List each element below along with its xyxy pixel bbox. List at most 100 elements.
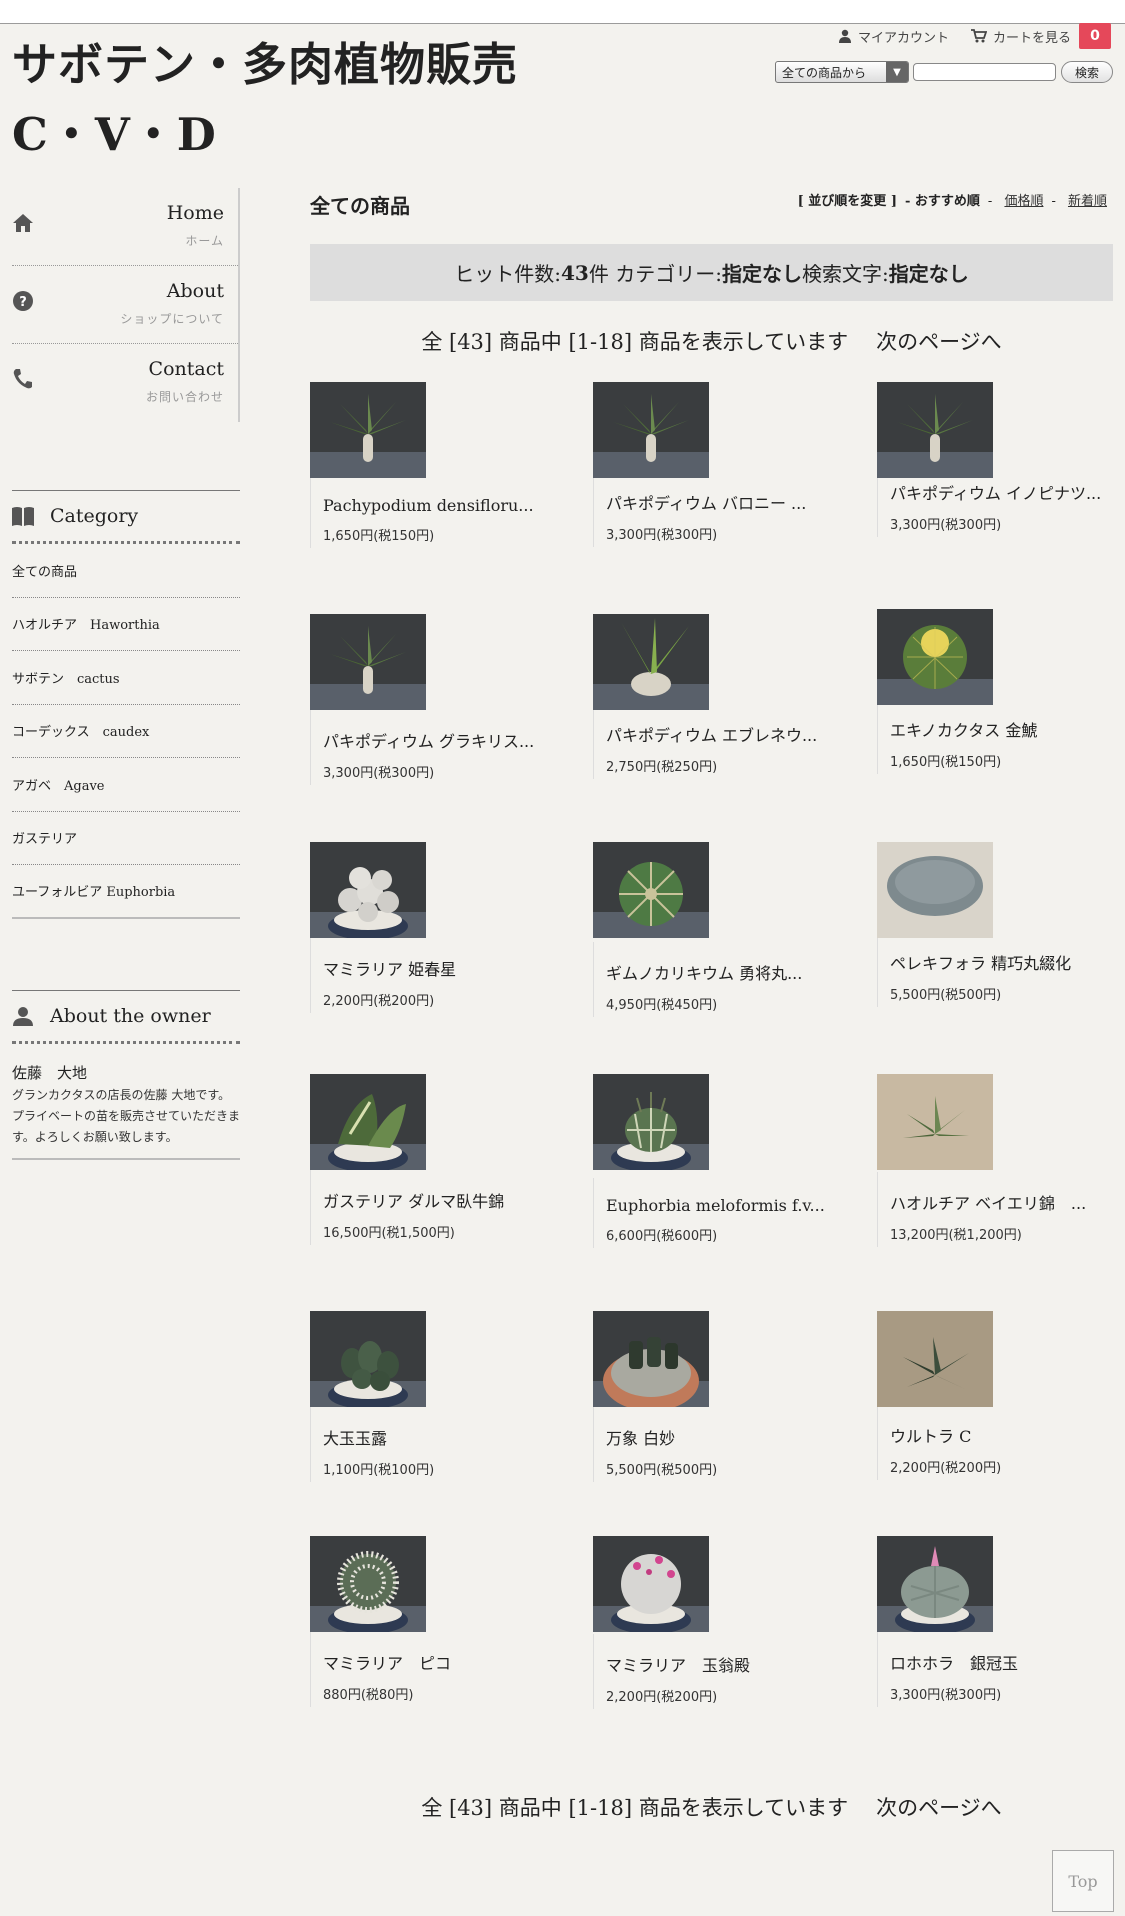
product-info: 万象 白妙 5,500円(税500円) (593, 1407, 853, 1482)
my-account-label: マイアカウント (857, 30, 949, 46)
product-name[interactable]: Euphorbia meloformis f.v... (606, 1196, 846, 1215)
view-cart-link[interactable]: カートを見る (970, 27, 1071, 46)
product-card[interactable]: 大玉玉露 1,100円(税100円) (310, 1311, 570, 1482)
product-image[interactable] (877, 842, 993, 938)
category-item[interactable]: ユーフォルビア Euphorbia (12, 865, 240, 919)
product-name[interactable]: ガステリア ダルマ臥牛錦 (323, 1188, 563, 1212)
category-item[interactable]: ガステリア (12, 812, 240, 865)
product-image[interactable] (593, 382, 709, 478)
search-button[interactable]: 検索 (1061, 61, 1113, 83)
product-name[interactable]: パキポディウム イノピナツ... (890, 480, 1125, 504)
product-image[interactable] (593, 614, 709, 710)
product-card[interactable]: マミラリア ピコ 880円(税80円) (310, 1536, 570, 1707)
category-item[interactable]: サボテン cactus (12, 651, 240, 705)
category-item[interactable]: ハオルチア Haworthia (12, 598, 240, 651)
hit-search: 指定なし (888, 262, 969, 286)
product-price: 2,200円(税200円) (890, 1461, 1002, 1476)
product-image[interactable] (877, 1074, 993, 1170)
product-name[interactable]: ウルトラ C (890, 1423, 1125, 1447)
search-input[interactable] (913, 63, 1056, 81)
product-name[interactable]: パキポディウム グラキリス... (323, 728, 563, 752)
product-card[interactable]: Pachypodium densifloru... 1,650円(税150円) (310, 382, 570, 548)
sort-new-link[interactable]: 新着順 (1068, 194, 1107, 209)
site-title[interactable]: サボテン・多肉植物販売 C・V・D (12, 30, 518, 170)
product-name[interactable]: ロホホラ 銀冠玉 (890, 1650, 1125, 1674)
product-name[interactable]: マミラリア ピコ (323, 1650, 563, 1674)
site-title-line2: C・V・D (12, 108, 217, 161)
product-info: マミラリア 玉翁殿 2,200円(税200円) (593, 1634, 853, 1709)
product-price: 6,600円(税600円) (606, 1229, 718, 1244)
next-page-link[interactable]: 次のページへ (876, 330, 1002, 354)
product-name[interactable]: エキノカクタス 金鯱 (890, 717, 1125, 741)
product-name[interactable]: パキポディウム バロニー ... (606, 490, 846, 514)
nav-item-contact[interactable]: Contact お問い合わせ (12, 344, 238, 422)
product-info: パキポディウム エブレネウ... 2,750円(税250円) (593, 704, 853, 779)
product-image[interactable] (593, 1536, 709, 1634)
nav-home-label: Home (166, 202, 224, 224)
product-card[interactable]: マミラリア 姫春星 2,200円(税200円) (310, 842, 570, 1013)
product-card[interactable]: ガステリア ダルマ臥牛錦 16,500円(税1,500円) (310, 1074, 570, 1245)
product-info: ロホホラ 銀冠玉 3,300円(税300円) (877, 1632, 1125, 1707)
product-name[interactable]: マミラリア 姫春星 (323, 956, 563, 980)
product-card[interactable]: ハオルチア ベイエリ錦 ... 13,200円(税1,200円) (877, 1074, 1125, 1247)
product-card[interactable]: ウルトラ C 2,200円(税200円) (877, 1311, 1125, 1480)
product-card[interactable]: パキポディウム エブレネウ... 2,750円(税250円) (593, 614, 853, 779)
home-icon (13, 214, 33, 232)
hit-prefix: ヒット件数: (454, 262, 562, 286)
product-card[interactable]: マミラリア 玉翁殿 2,200円(税200円) (593, 1536, 853, 1709)
sort-price-link[interactable]: 価格順 (1004, 194, 1043, 209)
nav-item-about[interactable]: ? About ショップについて (12, 266, 238, 344)
product-card[interactable]: Euphorbia meloformis f.v... 6,600円(税600円) (593, 1074, 853, 1248)
product-name[interactable]: 大玉玉露 (323, 1425, 563, 1449)
product-price: 5,500円(税500円) (890, 988, 1002, 1003)
product-name[interactable]: Pachypodium densifloru... (323, 496, 563, 515)
product-image[interactable] (310, 1074, 426, 1172)
product-name[interactable]: ペレキフォラ 精巧丸綴化 (890, 950, 1125, 974)
product-image[interactable] (877, 609, 993, 705)
product-image[interactable] (593, 842, 709, 938)
product-card[interactable]: パキポディウム バロニー ... 3,300円(税300円) (593, 382, 853, 547)
search-category-select[interactable]: 全ての商品から ▼ (775, 61, 909, 83)
product-name[interactable]: ハオルチア ベイエリ錦 ... (890, 1190, 1125, 1214)
product-image[interactable] (310, 614, 426, 710)
my-account-link[interactable]: マイアカウント (838, 27, 949, 46)
category-item[interactable]: 全ての商品 (12, 544, 240, 598)
cart-count-badge[interactable]: 0 (1079, 23, 1111, 49)
product-image[interactable] (310, 1536, 426, 1634)
next-page-link[interactable]: 次のページへ (876, 1796, 1002, 1820)
product-name[interactable]: パキポディウム エブレネウ... (606, 722, 846, 746)
category-item[interactable]: アガベ Agave (12, 758, 240, 812)
product-image[interactable] (310, 842, 426, 940)
nav-item-home[interactable]: Home ホーム (12, 188, 238, 266)
top-bar (0, 0, 1125, 24)
product-name[interactable]: ギムノカリキウム 勇将丸... (606, 960, 846, 984)
product-image[interactable] (877, 1311, 993, 1407)
back-to-top-button[interactable]: Top (1052, 1850, 1114, 1912)
category-title: Category (50, 505, 139, 527)
search-bar: 全ての商品から ▼ 検索 (775, 61, 1113, 83)
product-card[interactable]: ギムノカリキウム 勇将丸... 4,950円(税450円) (593, 842, 853, 1017)
category-item[interactable]: コーデックス caudex (12, 705, 240, 758)
product-price: 2,750円(税250円) (606, 760, 718, 775)
owner-name: 佐藤 大地 (12, 1064, 88, 1082)
nav-contact-sublabel: お問い合わせ (145, 390, 224, 404)
search-category-value: 全ての商品から (782, 65, 867, 80)
product-card[interactable]: ロホホラ 銀冠玉 3,300円(税300円) (877, 1536, 1125, 1707)
product-card[interactable]: パキポディウム イノピナツ... 3,300円(税300円) (877, 382, 1125, 537)
product-card[interactable]: ペレキフォラ 精巧丸綴化 5,500円(税500円) (877, 842, 1125, 1007)
product-image[interactable] (877, 1536, 993, 1634)
product-card[interactable]: エキノカクタス 金鯱 1,650円(税150円) (877, 609, 1125, 774)
product-card[interactable]: 万象 白妙 5,500円(税500円) (593, 1311, 853, 1482)
product-price: 4,950円(税450円) (606, 998, 718, 1013)
product-info: ペレキフォラ 精巧丸綴化 5,500円(税500円) (877, 932, 1125, 1007)
product-image[interactable] (877, 382, 993, 478)
product-price: 880円(税80円) (323, 1688, 414, 1703)
product-image[interactable] (310, 382, 426, 478)
product-card[interactable]: パキポディウム グラキリス... 3,300円(税300円) (310, 614, 570, 785)
product-image[interactable] (593, 1074, 709, 1172)
product-name[interactable]: 万象 白妙 (606, 1425, 846, 1449)
product-image[interactable] (593, 1311, 709, 1411)
sort-recommended[interactable]: - おすすめ順 (905, 190, 980, 209)
product-name[interactable]: マミラリア 玉翁殿 (606, 1652, 846, 1676)
product-image[interactable] (310, 1311, 426, 1409)
